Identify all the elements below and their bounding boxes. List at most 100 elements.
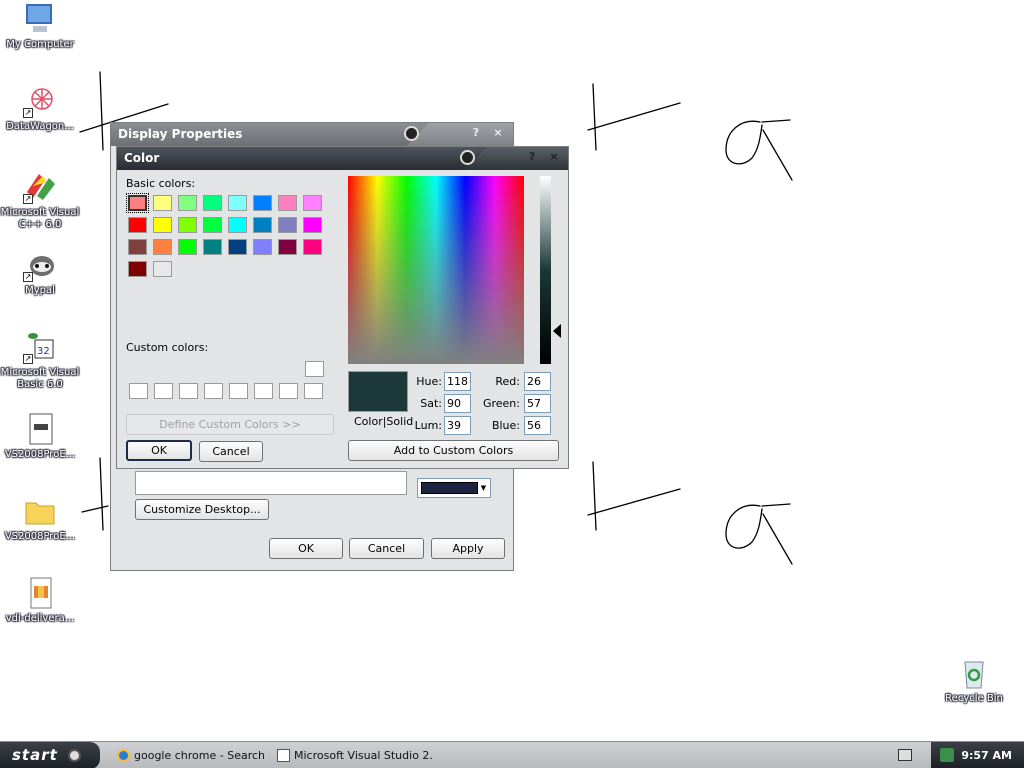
basic-color-swatch[interactable] xyxy=(303,217,322,233)
basic-color-swatch[interactable] xyxy=(203,195,222,211)
basic-color-swatch[interactable] xyxy=(128,217,147,233)
cancel-button[interactable]: Cancel xyxy=(199,441,263,462)
desktop-icon-recycle-bin[interactable]: Recycle Bin xyxy=(934,656,1014,705)
lum-field[interactable]: 39 xyxy=(444,416,471,435)
color-preview-swatch xyxy=(348,371,408,412)
basic-color-swatch[interactable] xyxy=(153,195,172,211)
basic-color-swatch[interactable] xyxy=(228,217,247,233)
basic-color-swatch[interactable] xyxy=(178,217,197,233)
basic-color-swatch[interactable] xyxy=(278,217,297,233)
start-button[interactable]: start xyxy=(0,742,100,768)
help-button[interactable]: ? xyxy=(469,126,483,140)
visual-cpp-icon: ↗ xyxy=(23,170,57,204)
basic-color-swatch[interactable] xyxy=(128,239,147,255)
browser-icon xyxy=(117,749,130,762)
custom-color-slot[interactable] xyxy=(279,383,298,399)
color-spectrum[interactable] xyxy=(348,176,524,364)
basic-color-swatch[interactable] xyxy=(203,239,222,255)
close-button[interactable]: × xyxy=(491,126,505,140)
desktop-icon-vdi-deliverable[interactable]: vdi-delivera... xyxy=(0,576,80,625)
desktop-icon-label: My Computer xyxy=(6,39,74,50)
desktop-icon-my-computer[interactable]: My Computer xyxy=(0,2,80,51)
cancel-button[interactable]: Cancel xyxy=(349,538,424,559)
close-button[interactable]: × xyxy=(547,150,561,164)
ok-button[interactable]: OK xyxy=(126,440,192,461)
network-icon[interactable] xyxy=(940,748,954,762)
basic-color-swatch[interactable] xyxy=(253,195,272,211)
green-label: Green: xyxy=(482,397,520,410)
color-dialog-titlebar[interactable]: Color ? × xyxy=(117,147,568,170)
luminance-arrow-icon[interactable] xyxy=(553,324,561,338)
custom-colors-label: Custom colors: xyxy=(126,341,209,354)
apply-button[interactable]: Apply xyxy=(431,538,505,559)
folder-icon xyxy=(23,494,57,528)
custom-color-slot[interactable] xyxy=(305,361,324,377)
desktop-icon-mypal[interactable]: ↗ Mypal xyxy=(0,248,80,297)
taskbar-item-chrome[interactable]: google chrome - Search ... xyxy=(114,745,269,767)
custom-color-slot[interactable] xyxy=(129,383,148,399)
red-field[interactable]: 26 xyxy=(524,372,551,391)
package-icon xyxy=(23,576,57,610)
basic-color-swatch[interactable] xyxy=(303,195,322,211)
preview-field xyxy=(135,471,407,495)
desktop-icon-label: Microsoft Visual C++ 6.0 xyxy=(0,207,80,230)
hue-field[interactable]: 118 xyxy=(444,372,471,391)
sat-field[interactable]: 90 xyxy=(444,394,471,413)
basic-color-swatch[interactable] xyxy=(178,195,197,211)
desktop-icon-vs2008-document[interactable]: VS2008ProE... xyxy=(0,412,80,461)
ok-button[interactable]: OK xyxy=(269,538,343,559)
custom-color-slot[interactable] xyxy=(254,383,273,399)
basic-color-swatch[interactable] xyxy=(153,261,172,277)
basic-color-swatch[interactable] xyxy=(228,239,247,255)
desktop-icon-label: Recycle Bin xyxy=(945,693,1003,704)
custom-color-slot[interactable] xyxy=(204,383,223,399)
basic-color-swatch[interactable] xyxy=(278,239,297,255)
keyboard-icon[interactable] xyxy=(898,749,912,761)
desktop-icon-label: Mypal xyxy=(25,285,55,296)
display-properties-titlebar[interactable]: Display Properties ? × xyxy=(111,123,513,146)
selected-color-swatch xyxy=(421,482,478,494)
basic-color-swatch[interactable] xyxy=(228,195,247,211)
basic-color-swatch[interactable] xyxy=(126,193,149,213)
chevron-down-icon: ▼ xyxy=(480,484,487,492)
hue-label: Hue: xyxy=(416,375,442,388)
start-logo-icon xyxy=(68,749,82,762)
svg-text:32: 32 xyxy=(37,346,50,357)
color-dropdown[interactable]: ▼ xyxy=(417,478,491,498)
custom-color-slot[interactable] xyxy=(304,383,323,399)
blue-label: Blue: xyxy=(491,419,520,432)
custom-color-slot[interactable] xyxy=(229,383,248,399)
basic-colors-label: Basic colors: xyxy=(126,177,196,190)
customize-desktop-button[interactable]: Customize Desktop... xyxy=(135,499,269,520)
desktop-icon-label: DataWagon... xyxy=(6,121,74,132)
custom-color-slot[interactable] xyxy=(179,383,198,399)
desktop-icon-visual-cpp[interactable]: ↗ Microsoft Visual C++ 6.0 xyxy=(0,170,80,231)
custom-color-slot[interactable] xyxy=(154,383,173,399)
taskbar-item-visual-studio[interactable]: Microsoft Visual Studio 2... xyxy=(274,745,434,767)
blue-field[interactable]: 56 xyxy=(524,416,551,435)
desktop-icon-datawagon[interactable]: ↗ DataWagon... xyxy=(0,84,80,133)
desktop-icon-label: Microsoft Visual Basic 6.0 xyxy=(0,367,80,390)
basic-color-swatch[interactable] xyxy=(278,195,297,211)
color-solid-label: Color|Solid xyxy=(354,415,414,428)
basic-color-swatch[interactable] xyxy=(253,217,272,233)
luminance-slider[interactable] xyxy=(540,176,551,364)
basic-color-swatch[interactable] xyxy=(253,239,272,255)
desktop-icon-vs2008-folder[interactable]: VS2008ProE... xyxy=(0,494,80,543)
basic-color-swatch[interactable] xyxy=(178,239,197,255)
add-to-custom-colors-button[interactable]: Add to Custom Colors xyxy=(348,440,559,461)
basic-color-swatch[interactable] xyxy=(153,217,172,233)
window-menu-icon[interactable] xyxy=(460,150,475,165)
define-custom-colors-button[interactable]: Define Custom Colors >> xyxy=(126,414,334,435)
basic-color-swatch[interactable] xyxy=(203,217,222,233)
window-menu-icon[interactable] xyxy=(404,126,419,141)
visual-basic-icon: 32 ↗ xyxy=(23,330,57,364)
basic-color-swatch[interactable] xyxy=(153,239,172,255)
recycle-bin-icon xyxy=(957,656,991,690)
help-button[interactable]: ? xyxy=(525,150,539,164)
basic-color-swatch[interactable] xyxy=(128,261,147,277)
desktop-icon-visual-basic[interactable]: 32 ↗ Microsoft Visual Basic 6.0 xyxy=(0,330,80,391)
clock[interactable]: 9:57 AM xyxy=(961,749,1012,762)
basic-color-swatch[interactable] xyxy=(303,239,322,255)
green-field[interactable]: 57 xyxy=(524,394,551,413)
